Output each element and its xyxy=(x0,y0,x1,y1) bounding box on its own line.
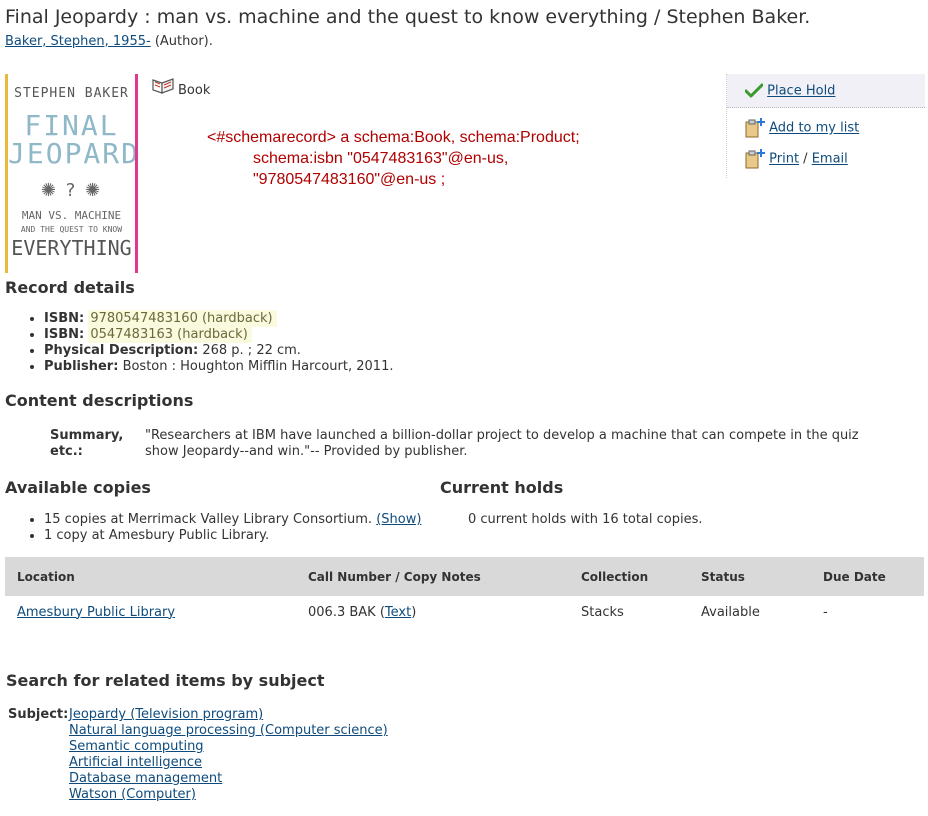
call-number-text: 006.3 BAK ( xyxy=(308,604,385,620)
cover-title: FINAL JEOPARDY xyxy=(8,112,135,168)
detail-item-physical: Physical Description: 268 p. ; 22 cm. xyxy=(44,343,393,359)
copies-text: 1 copy at Amesbury Public Library. xyxy=(44,528,270,543)
location-link[interactable]: Amesbury Public Library xyxy=(17,605,175,620)
subject-link[interactable]: Natural language processing (Computer sc… xyxy=(69,723,388,739)
copies-text: 15 copies at Merrimack Valley Library Co… xyxy=(44,512,373,527)
print-link[interactable]: Print xyxy=(769,152,799,167)
column-header-collection: Collection xyxy=(569,557,689,596)
print-email-separator: / xyxy=(799,151,812,167)
detail-label: Publisher: xyxy=(44,359,119,374)
column-header-location: Location xyxy=(5,557,296,596)
cover-subtitle-line2: AND THE QUEST TO KNOW xyxy=(20,225,123,234)
detail-label: Physical Description: xyxy=(44,343,199,358)
brain-question-icon: ✺ ? ✺ xyxy=(40,180,103,201)
detail-item-isbn: ISBN: 9780547483160 (hardback) xyxy=(44,310,393,327)
schema-line: "9780547483160"@en-us ; xyxy=(253,171,446,188)
author-link[interactable]: Baker, Stephen, 1955- xyxy=(5,34,151,49)
record-details-list: ISBN: 9780547483160 (hardback) ISBN: 054… xyxy=(28,310,393,375)
table-row: Amesbury Public Library 006.3 BAK (Text)… xyxy=(5,596,924,628)
detail-item-publisher: Publisher: Boston : Houghton Mifflin Har… xyxy=(44,359,393,375)
schema-text: <#schemarecord> a schema:Book, schema:Pr… xyxy=(207,127,580,190)
column-header-status: Status xyxy=(689,557,811,596)
cell-due-date: - xyxy=(823,604,828,620)
add-to-list-link[interactable]: Add to my list xyxy=(769,121,859,136)
detail-label: ISBN: xyxy=(44,327,85,342)
summary-text: "Researchers at IBM have launched a bill… xyxy=(145,428,859,459)
detail-item-isbn: ISBN: 0547483163 (hardback) xyxy=(44,326,393,343)
book-icon xyxy=(152,78,174,94)
record-title: Final Jeopardy : man vs. machine and the… xyxy=(5,6,811,28)
copies-item: 1 copy at Amesbury Public Library. xyxy=(44,528,421,544)
detail-value: 0547483163 (hardback) xyxy=(88,326,252,343)
detail-label: ISBN: xyxy=(44,311,85,326)
subject-link[interactable]: Watson (Computer) xyxy=(69,787,388,803)
cover-title-line2: JEOPARDY xyxy=(8,137,135,170)
subject-link[interactable]: Artificial intelligence xyxy=(69,755,388,771)
add-to-list-row[interactable]: Add to my list xyxy=(745,118,859,138)
place-hold-row[interactable]: Place Hold xyxy=(745,83,835,99)
book-cover-image[interactable]: STEPHEN BAKER FINAL JEOPARDY ✺ ? ✺ MAN V… xyxy=(5,74,138,273)
subject-link[interactable]: Jeopardy (Television program) xyxy=(69,707,388,723)
cover-subtitle-line3: EVERYTHING xyxy=(11,236,132,260)
email-link[interactable]: Email xyxy=(812,152,848,167)
checkmark-icon xyxy=(745,83,763,98)
call-number-text-link[interactable]: Text xyxy=(385,605,411,620)
current-holds-heading: Current holds xyxy=(440,478,564,497)
show-copies-link[interactable]: (Show) xyxy=(376,512,421,527)
format-indicator: Book xyxy=(152,76,210,98)
copies-list: 15 copies at Merrimack Valley Library Co… xyxy=(28,512,421,544)
cell-status: Available xyxy=(701,604,760,620)
cover-author: STEPHEN BAKER xyxy=(14,86,129,101)
cover-title-line1: FINAL xyxy=(24,109,119,142)
place-hold-box: Place Hold xyxy=(727,74,925,108)
clipboard-add-icon xyxy=(745,118,765,138)
place-hold-link[interactable]: Place Hold xyxy=(767,84,835,99)
detail-value: 268 p. ; 22 cm. xyxy=(202,343,301,358)
copies-table: Location Call Number / Copy Notes Collec… xyxy=(5,557,924,628)
column-header-call-number: Call Number / Copy Notes xyxy=(296,557,569,596)
cell-collection: Stacks xyxy=(581,604,624,620)
actions-panel: Place Hold Add to my list Print / Email xyxy=(726,74,925,178)
subject-label: Subject: xyxy=(8,707,69,722)
subject-links: Jeopardy (Television program) Natural la… xyxy=(69,707,388,803)
summary-label: Summary, etc.: xyxy=(50,428,124,459)
holds-text: 0 current holds with 16 total copies. xyxy=(468,512,703,527)
subject-link[interactable]: Semantic computing xyxy=(69,739,388,755)
detail-value: Boston : Houghton Mifflin Harcourt, 2011… xyxy=(122,359,394,374)
table-header-row: Location Call Number / Copy Notes Collec… xyxy=(5,557,924,596)
schema-line: schema:isbn "0547483163"@en-us, xyxy=(253,150,509,167)
content-descriptions-heading: Content descriptions xyxy=(5,391,194,410)
clipboard-add-icon xyxy=(745,149,765,169)
subject-link[interactable]: Database management xyxy=(69,771,388,787)
schema-line: <#schemarecord> a schema:Book, schema:Pr… xyxy=(207,129,580,146)
available-copies-heading: Available copies xyxy=(5,478,151,497)
detail-value: 9780547483160 (hardback) xyxy=(88,310,277,327)
cell-location: Amesbury Public Library xyxy=(5,596,296,628)
copies-item: 15 copies at Merrimack Valley Library Co… xyxy=(44,512,421,528)
author-line: Baker, Stephen, 1955- (Author). xyxy=(5,34,213,49)
related-items-heading: Search for related items by subject xyxy=(6,671,325,690)
cell-call-number: 006.3 BAK (Text) xyxy=(296,596,569,628)
call-number-close: ) xyxy=(411,604,417,620)
cover-subtitle: MAN VS. MACHINE AND THE QUEST TO KNOW xyxy=(8,209,135,237)
column-header-due-date: Due Date xyxy=(811,557,924,596)
cover-subtitle-line1: MAN VS. MACHINE xyxy=(21,209,122,222)
format-label: Book xyxy=(178,82,211,98)
record-details-heading: Record details xyxy=(5,278,135,297)
print-email-row: Print / Email xyxy=(745,149,848,169)
author-role: (Author). xyxy=(150,34,213,49)
